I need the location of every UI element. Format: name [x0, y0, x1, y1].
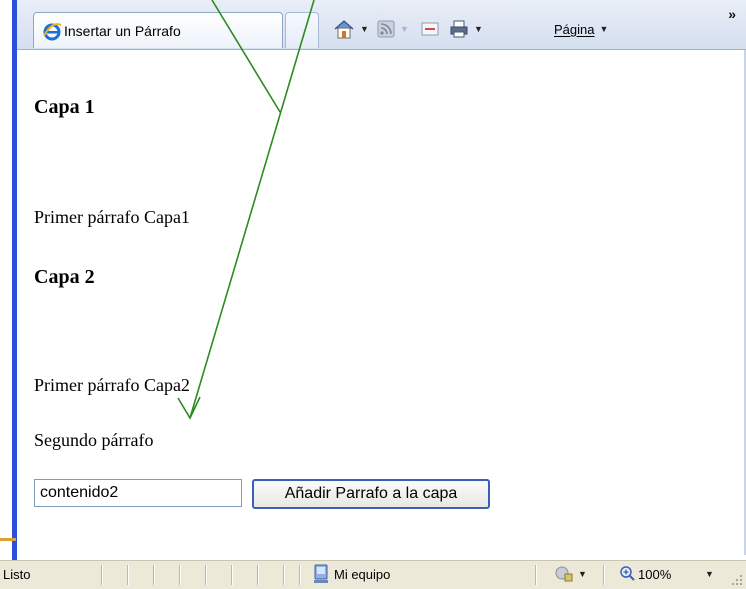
- security-icon: [555, 566, 573, 582]
- status-divider: [283, 565, 285, 585]
- zone-text: Mi equipo: [334, 566, 391, 582]
- new-tab-button[interactable]: [285, 12, 319, 48]
- slide-accent-line: [0, 538, 16, 541]
- feeds-button[interactable]: ▼: [377, 18, 409, 40]
- status-text: Listo: [3, 567, 31, 582]
- computer-icon: [314, 564, 328, 583]
- status-divider: [231, 565, 233, 585]
- status-divider: [179, 565, 181, 585]
- page-menu-button[interactable]: Página ▼: [554, 18, 608, 40]
- status-divider: [257, 565, 259, 585]
- zoom-icon: [620, 566, 635, 581]
- print-icon: [450, 20, 468, 38]
- mail-button[interactable]: [421, 18, 439, 40]
- ie-icon: [42, 21, 62, 41]
- paragraph-capa1-first: Primer párrafo Capa1: [34, 207, 190, 227]
- mail-icon: [421, 22, 439, 36]
- home-button[interactable]: ▼: [333, 18, 369, 40]
- page-menu-dropdown-icon: ▼: [599, 24, 609, 34]
- tab-insertar-parrafo[interactable]: Insertar un Párrafo: [33, 12, 283, 48]
- status-divider: [299, 565, 301, 585]
- print-button[interactable]: ▼: [449, 18, 483, 40]
- heading-capa-2: Capa 2: [34, 266, 95, 288]
- resize-grip-icon[interactable]: [730, 573, 744, 587]
- slide-margin: [0, 0, 10, 520]
- security-dropdown-icon: ▼: [578, 569, 587, 579]
- zoom-button[interactable]: 100%: [620, 566, 671, 582]
- paragraph-capa2-first: Primer párrafo Capa2: [34, 375, 190, 395]
- status-divider: [205, 565, 207, 585]
- status-divider: [101, 565, 103, 585]
- status-divider: [153, 565, 155, 585]
- tab-title: Insertar un Párrafo: [64, 22, 181, 39]
- toolbar-overflow-button[interactable]: »: [728, 6, 736, 22]
- status-divider: [127, 565, 129, 585]
- home-icon: [334, 20, 354, 39]
- protected-mode-button[interactable]: ▼: [555, 566, 587, 582]
- content-input[interactable]: [34, 479, 242, 507]
- heading-capa-1: Capa 1: [34, 96, 95, 118]
- security-zone[interactable]: Mi equipo: [312, 564, 390, 584]
- status-divider: [603, 565, 605, 585]
- add-paragraph-button[interactable]: Añadir Parrafo a la capa: [252, 479, 490, 509]
- browser-toolbar: Insertar un Párrafo ▼ ▼ ▼ Página ▼ »: [17, 0, 746, 50]
- paragraph-capa2-second: Segundo párrafo: [34, 430, 154, 450]
- print-dropdown-icon[interactable]: ▼: [474, 24, 483, 34]
- status-divider: [535, 565, 537, 585]
- feeds-icon: [377, 20, 395, 38]
- zoom-text: 100%: [638, 566, 672, 582]
- status-bar: Listo Mi equipo ▼ 100% ▼: [0, 560, 746, 589]
- home-dropdown-icon[interactable]: ▼: [360, 24, 369, 34]
- page-menu-label: Página: [554, 21, 595, 37]
- zoom-dropdown-icon[interactable]: ▼: [705, 569, 714, 579]
- feeds-dropdown-icon[interactable]: ▼: [400, 24, 409, 34]
- page-content: Capa 1 Primer párrafo Capa1 Capa 2 Prime…: [17, 50, 746, 555]
